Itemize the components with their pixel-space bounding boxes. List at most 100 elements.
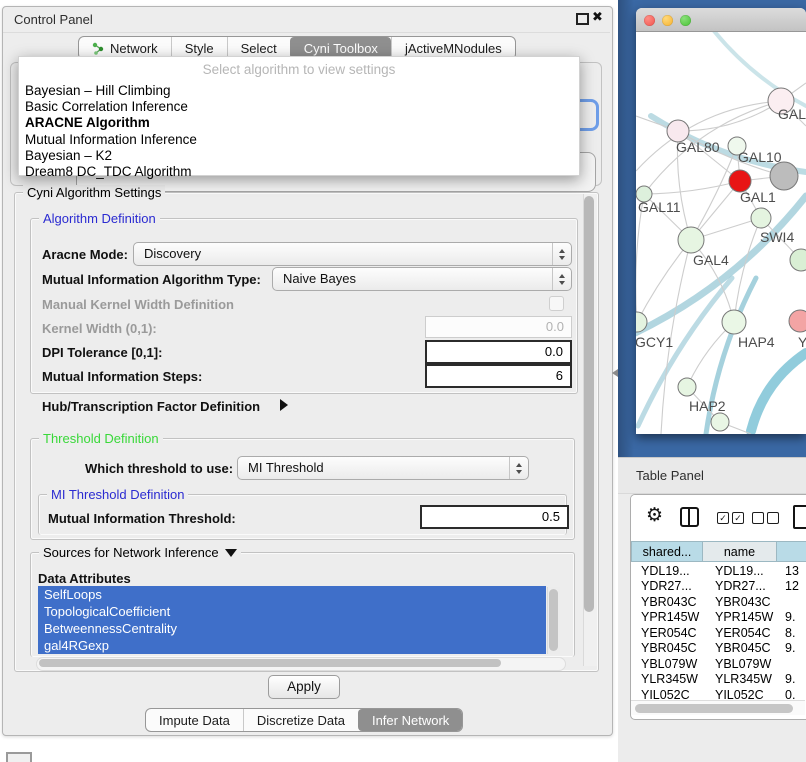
node-label: GAL — [778, 106, 806, 122]
algorithm-option[interactable]: Bayesian – K2 — [25, 148, 112, 164]
bottom-tab-bar: Impute DataDiscretize DataInfer Network — [145, 708, 463, 732]
cyni-settings-legend: Cyni Algorithm Settings — [23, 185, 165, 200]
float-window-icon[interactable] — [576, 13, 589, 25]
table-hscrollbar-track[interactable] — [631, 700, 805, 715]
data-attributes-list[interactable]: SelfLoopsTopologicalCoefficientBetweenne… — [38, 586, 546, 654]
table-cell: YER054C — [631, 626, 703, 642]
which-threshold-combo[interactable]: MI Threshold — [237, 456, 529, 480]
settings-scrollbar-thumb[interactable] — [584, 196, 594, 612]
combo-stepper-icon — [552, 268, 571, 290]
tab-impute-data[interactable]: Impute Data — [146, 709, 243, 731]
collapse-arrow-icon[interactable] — [225, 549, 237, 557]
network-icon — [92, 42, 105, 55]
algorithm-option[interactable]: Basic Correlation Inference — [25, 99, 188, 115]
attribute-list-item[interactable]: TopologicalCoefficient — [38, 603, 546, 620]
network-node[interactable] — [678, 227, 704, 253]
tab-label: Network — [110, 41, 158, 56]
table-cell: 9. — [777, 610, 806, 626]
column-header-1[interactable]: shared... — [631, 541, 703, 562]
aracne-mode-combo[interactable]: Discovery — [133, 242, 572, 266]
dpi-tolerance-field[interactable]: 0.0 — [425, 340, 572, 364]
expand-arrow-icon[interactable] — [280, 399, 288, 411]
tab-label: Style — [185, 41, 214, 56]
table-toolbar: ⚙ ✓ ✓ — [631, 495, 806, 540]
network-edge[interactable] — [644, 181, 740, 194]
node-label: GAL80 — [676, 139, 720, 155]
network-node[interactable] — [751, 208, 771, 228]
control-panel-title: Control Panel — [14, 12, 93, 27]
network-node[interactable] — [678, 378, 696, 396]
zoom-traffic-light[interactable] — [680, 15, 691, 26]
network-node[interactable] — [722, 310, 746, 334]
table-cell: YDL19... — [703, 564, 777, 580]
algorithm-option[interactable]: Dream8 DC_TDC Algorithm — [25, 164, 192, 180]
table-row[interactable]: YPR145WYPR145W9. — [631, 610, 806, 626]
sources-legend[interactable]: Sources for Network Inference — [39, 545, 241, 560]
apply-button[interactable]: Apply — [268, 675, 340, 699]
table-hscrollbar-thumb[interactable] — [635, 704, 793, 713]
table-panel-title: Table Panel — [636, 458, 704, 493]
close-traffic-light[interactable] — [644, 15, 655, 26]
table-row[interactable]: YBR045CYBR045C9. — [631, 641, 806, 657]
table-cell: YDR27... — [703, 579, 777, 595]
bottom-left-icon-fragment[interactable] — [6, 752, 32, 762]
horizontal-scrollbar-thumb[interactable] — [39, 659, 501, 667]
kernel-width-field[interactable]: 0.0 — [425, 316, 572, 338]
table-cell: YPR145W — [631, 610, 703, 626]
table-cell: YBR045C — [631, 641, 703, 657]
manual-kernel-checkbox[interactable] — [549, 296, 564, 311]
mi-algorithm-value: Naive Bayes — [283, 268, 356, 290]
table-cell: YBR043C — [631, 595, 703, 611]
tab-infer-network[interactable]: Infer Network — [358, 709, 462, 731]
manual-kernel-label: Manual Kernel Width Definition — [42, 297, 234, 312]
combo-stepper-icon — [552, 243, 571, 265]
unchecked-checkbox-icon[interactable] — [752, 512, 764, 524]
network-edge-wide[interactable] — [751, 353, 806, 431]
mi-steps-label: Mutual Information Steps: — [42, 369, 202, 384]
tab-discretize-data[interactable]: Discretize Data — [243, 709, 358, 731]
algorithm-option[interactable]: ARACNE Algorithm — [25, 115, 150, 131]
dpi-tolerance-label: DPI Tolerance [0,1]: — [42, 345, 162, 360]
new-table-icon[interactable] — [793, 505, 806, 529]
table-cell: YDL19... — [631, 564, 703, 580]
checked-checkbox-icon[interactable]: ✓ — [732, 512, 744, 524]
network-titlebar[interactable] — [636, 8, 806, 32]
unchecked-checkbox-icon[interactable] — [767, 512, 779, 524]
mi-threshold-field[interactable]: 0.5 — [420, 505, 569, 529]
table-row[interactable]: YBL079WYBL079W — [631, 657, 806, 673]
table-cell: YBR043C — [703, 595, 777, 611]
node-label: SWI4 — [760, 229, 794, 245]
checked-checkbox-icon[interactable]: ✓ — [717, 512, 729, 524]
column-header-3[interactable]: A — [777, 541, 806, 562]
list-scrollbar-thumb[interactable] — [549, 589, 558, 651]
columns-icon[interactable] — [680, 507, 699, 527]
hub-section-label[interactable]: Hub/Transcription Factor Definition — [42, 399, 260, 414]
mi-steps-field[interactable]: 6 — [425, 364, 572, 388]
mi-algorithm-combo[interactable]: Naive Bayes — [272, 267, 572, 291]
which-threshold-label: Which threshold to use: — [85, 461, 233, 476]
attribute-list-item[interactable]: SelfLoops — [38, 586, 546, 603]
table-row[interactable]: YER054CYER054C8. — [631, 626, 806, 642]
network-canvas[interactable]: GALGAL80GAL10GAL1SWI4GAL11GAL4GCY1HAP4YH… — [636, 31, 806, 434]
network-node[interactable] — [790, 249, 806, 271]
network-node[interactable] — [789, 310, 806, 332]
mi-threshold-label: Mutual Information Threshold: — [48, 511, 236, 526]
close-icon[interactable]: ✖ — [592, 9, 603, 25]
network-node[interactable] — [770, 162, 798, 190]
algorithm-option[interactable]: Mutual Information Inference — [25, 132, 197, 148]
attribute-list-item[interactable]: BetweennessCentrality — [38, 620, 546, 637]
table-panel-window: ⚙ ✓ ✓ shared...nameA YDL19...YDL19...13Y… — [630, 494, 806, 720]
splitter-collapse-icon[interactable] — [612, 369, 618, 377]
attribute-list-item[interactable]: gal4RGexp — [38, 637, 546, 654]
table-row[interactable]: YLR345WYLR345W9. — [631, 672, 806, 688]
dropdown-prompt: Select algorithm to view settings — [19, 62, 579, 77]
minimize-traffic-light[interactable] — [662, 15, 673, 26]
gear-icon[interactable]: ⚙ — [646, 504, 663, 527]
table-row[interactable]: YBR043CYBR043C — [631, 595, 806, 611]
mi-threshold-legend: MI Threshold Definition — [47, 487, 188, 502]
table-row[interactable]: YDR27...YDR27...12 — [631, 579, 806, 595]
network-node[interactable] — [711, 413, 729, 431]
table-row[interactable]: YDL19...YDL19...13 — [631, 564, 806, 580]
column-header-2[interactable]: name — [703, 541, 777, 562]
algorithm-option[interactable]: Bayesian – Hill Climbing — [25, 83, 171, 99]
